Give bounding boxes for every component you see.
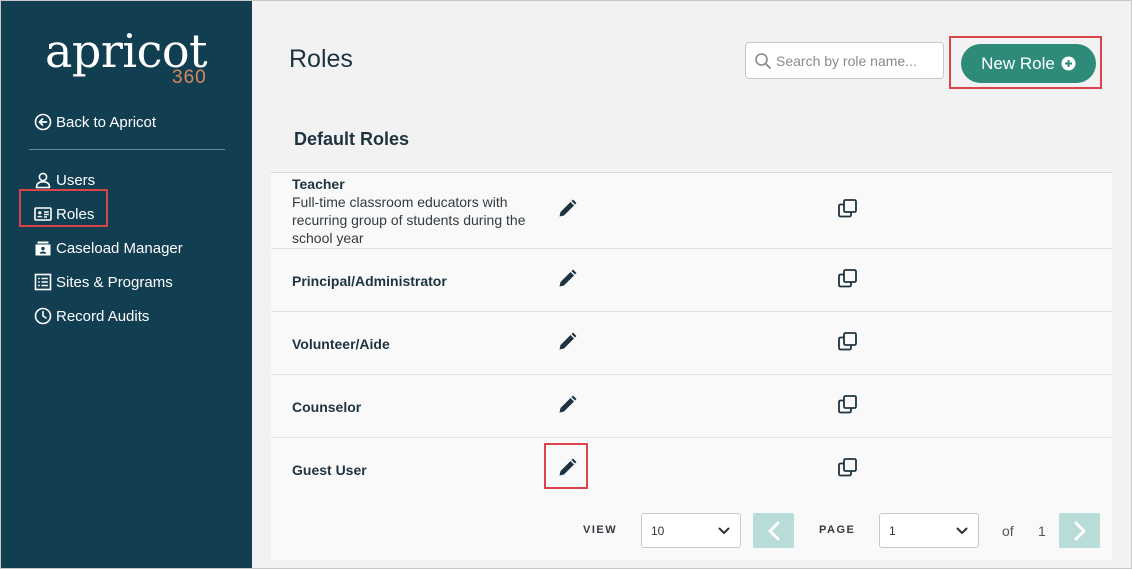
list-icon xyxy=(34,273,52,291)
table-row: Teacher Full-time classroom educators wi… xyxy=(271,173,1112,249)
clock-icon xyxy=(34,307,52,325)
copy-icon[interactable] xyxy=(837,198,859,220)
role-name: Guest User xyxy=(292,462,367,478)
of-label: of xyxy=(1002,523,1014,539)
pagination-bar: VIEW 10 PAGE 1 of 1 xyxy=(271,499,1112,560)
sidebar: apricot 360 Back to Apricot Users Roles … xyxy=(1,1,252,568)
search-box[interactable] xyxy=(745,42,944,79)
table-row: Principal/Administrator xyxy=(271,249,1112,312)
sidebar-item-label: Caseload Manager xyxy=(56,239,183,257)
chevron-down-icon xyxy=(718,527,730,534)
chevron-left-icon xyxy=(768,521,779,540)
new-role-button[interactable]: New Role xyxy=(961,44,1096,83)
app-window: apricot 360 Back to Apricot Users Roles … xyxy=(0,0,1132,569)
table-row: Guest User xyxy=(271,438,1112,501)
new-role-label: New Role xyxy=(981,53,1055,73)
user-icon xyxy=(35,172,51,189)
sidebar-item-label: Users xyxy=(56,171,96,189)
edit-highlight-box xyxy=(544,443,588,489)
role-description: Full-time classroom educators with recur… xyxy=(292,194,526,246)
sidebar-item-label: Sites & Programs xyxy=(56,273,173,291)
prev-page-button[interactable] xyxy=(753,513,794,548)
arrow-left-circle-icon xyxy=(34,113,52,131)
section-title: Default Roles xyxy=(294,129,410,149)
back-label: Back to Apricot xyxy=(56,113,157,131)
next-page-button[interactable] xyxy=(1059,513,1100,548)
plus-circle-icon xyxy=(1061,56,1076,71)
chevron-right-icon xyxy=(1074,521,1085,540)
sidebar-divider xyxy=(29,149,225,150)
pencil-icon[interactable] xyxy=(556,268,578,290)
role-name: Teacher xyxy=(292,176,345,192)
sidebar-item-label: Record Audits xyxy=(56,307,150,325)
pencil-icon[interactable] xyxy=(556,198,578,220)
table-row: Counselor xyxy=(271,375,1112,438)
roles-highlight-box xyxy=(19,189,108,227)
back-to-apricot-link[interactable]: Back to Apricot xyxy=(34,113,156,131)
logo-number: 360 xyxy=(172,67,207,88)
view-value: 10 xyxy=(651,523,665,538)
copy-icon[interactable] xyxy=(837,457,859,479)
page-title: Roles xyxy=(289,45,353,73)
copy-icon[interactable] xyxy=(837,394,859,416)
view-label: VIEW xyxy=(583,524,618,536)
table-row: Volunteer/Aide xyxy=(271,312,1112,375)
copy-icon[interactable] xyxy=(837,268,859,290)
page-value: 1 xyxy=(889,523,896,538)
sidebar-item-caseload-manager[interactable]: Caseload Manager xyxy=(34,231,183,265)
roles-table: Teacher Full-time classroom educators wi… xyxy=(271,172,1112,501)
pencil-icon[interactable] xyxy=(556,331,578,353)
main-content: Roles New Role Default Roles Teacher Ful… xyxy=(252,1,1131,568)
apricot-logo: apricot 360 xyxy=(45,23,215,93)
pencil-icon[interactable] xyxy=(556,394,578,416)
role-name: Volunteer/Aide xyxy=(292,336,390,352)
page-select[interactable]: 1 xyxy=(879,513,979,548)
role-name: Counselor xyxy=(292,399,362,415)
search-input[interactable] xyxy=(776,52,936,69)
sidebar-item-record-audits[interactable]: Record Audits xyxy=(34,299,183,333)
role-name: Principal/Administrator xyxy=(292,273,447,289)
chevron-down-icon xyxy=(956,527,968,534)
page-label: PAGE xyxy=(819,524,856,536)
sidebar-item-sites-programs[interactable]: Sites & Programs xyxy=(34,265,183,299)
caseload-icon xyxy=(35,241,51,256)
total-pages: 1 xyxy=(1038,523,1046,539)
copy-icon[interactable] xyxy=(837,331,859,353)
view-select[interactable]: 10 xyxy=(641,513,741,548)
search-icon xyxy=(755,52,771,69)
